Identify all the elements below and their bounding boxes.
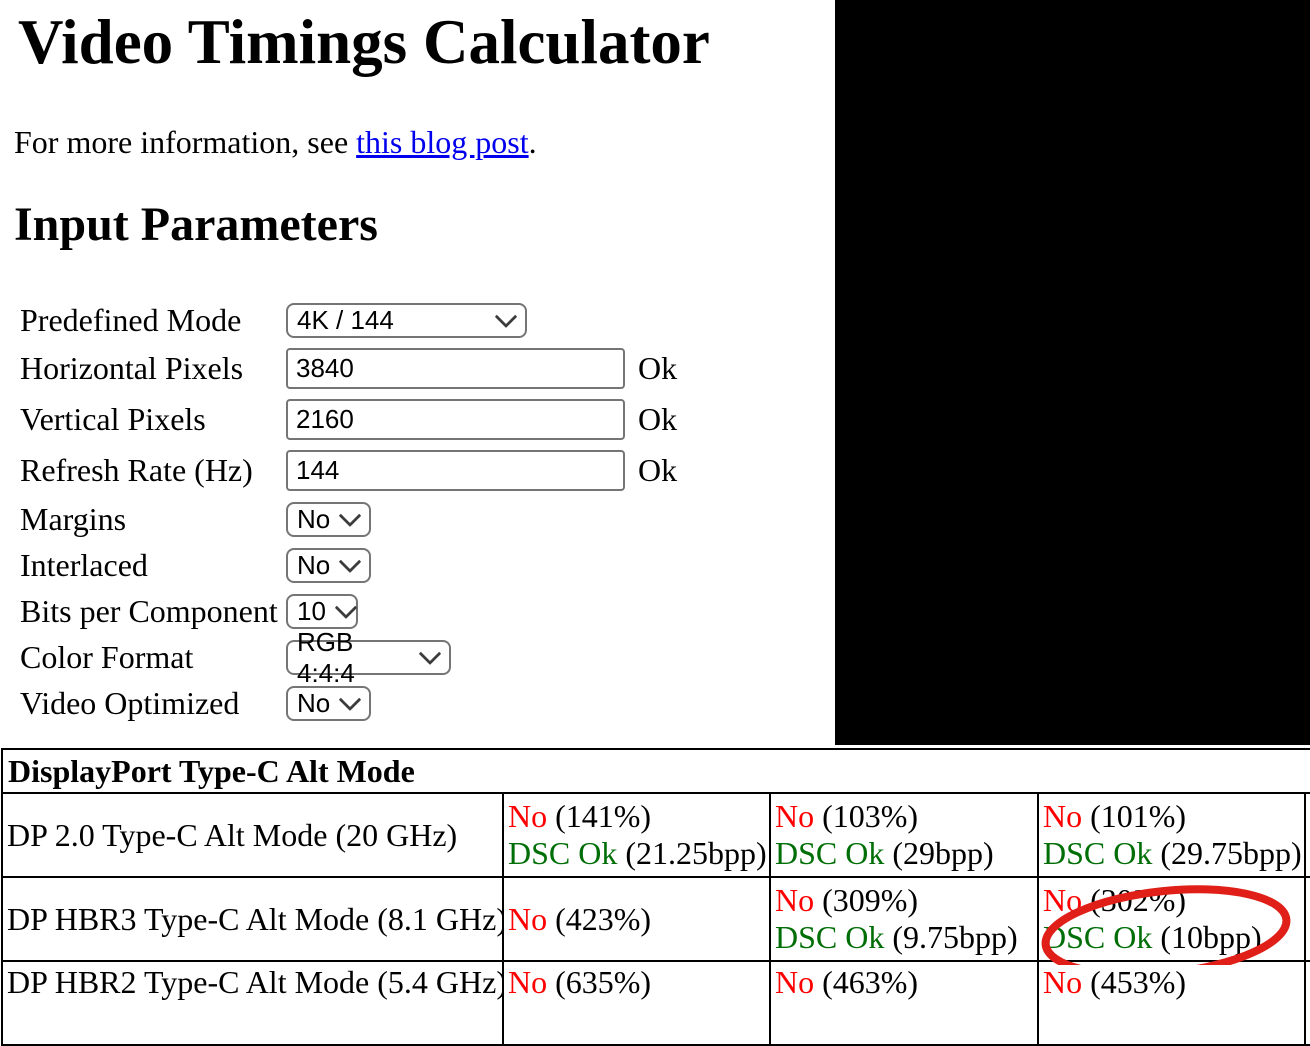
result-cell-cutoff [1303,792,1310,878]
chevron-down-icon [494,304,518,328]
result-cell: No (103%) DSC Ok (29bpp) [769,792,1039,878]
chevron-down-icon [338,549,362,573]
vertical-pixels-value: 2160 [296,404,354,434]
status-detail: (10bpp) [1152,919,1262,955]
predefined-mode-label: Predefined Mode [20,302,242,338]
status-no: No [1043,964,1083,1000]
intro-prefix: For more information, see [14,124,357,160]
result-cell: No (635%) [502,960,771,1046]
horizontal-pixels-input[interactable]: 3840 [286,348,625,389]
color-format-label: Color Format [20,639,194,675]
status-detail: (463%) [814,964,919,1000]
table-row: DP 2.0 Type-C Alt Mode (20 GHz) No (141%… [1,792,1310,878]
color-format-select[interactable]: RGB 4:4:4 [286,627,451,688]
refresh-rate-status: Ok [638,452,678,488]
chevron-down-icon [338,687,362,711]
horizontal-pixels-value: 3840 [296,353,354,383]
input-parameters-form: Predefined Mode 4K / 144 Horizontal Pixe… [20,303,780,728]
table-section-header-row: DisplayPort Type-C Alt Mode [0,748,1310,794]
status-dsc-ok: DSC Ok [775,919,885,955]
table-section-header: DisplayPort Type-C Alt Mode [0,748,1310,794]
margins-value: No [297,504,331,534]
predefined-mode-select[interactable]: 4K / 144 [286,303,527,338]
mode-name-cell: DP 2.0 Type-C Alt Mode (20 GHz) [1,792,504,878]
horizontal-pixels-label: Horizontal Pixels [20,350,244,386]
status-no: No [508,900,548,937]
bits-per-component-select[interactable]: 10 [286,594,358,629]
result-cell: No (309%) DSC Ok (9.75bpp) [769,876,1039,962]
bits-per-component-label: Bits per Component [20,593,278,629]
status-detail: (453%) [1082,964,1187,1000]
status-detail: (141%) [547,798,652,834]
vertical-pixels-status: Ok [638,401,678,437]
margins-label: Margins [20,501,127,537]
status-detail: (29.75bpp) [1152,835,1302,871]
result-cell-highlighted: No (302%) DSC Ok (10bpp) [1037,876,1306,962]
refresh-rate-value: 144 [296,455,340,485]
refresh-rate-label: Refresh Rate (Hz) [20,452,253,488]
status-dsc-ok: DSC Ok [775,835,885,871]
status-detail: (635%) [547,964,652,1000]
video-optimized-select[interactable]: No [286,686,371,721]
result-cell: No (141%) DSC Ok (21.25bpp) [502,792,771,878]
horizontal-pixels-status: Ok [638,350,678,386]
video-timings-calculator-page: { "page": { "title": "Video Timings Calc… [0,0,1310,1046]
bits-per-component-value: 10 [297,596,326,626]
status-no: No [775,964,815,1000]
vertical-pixels-input[interactable]: 2160 [286,399,625,440]
result-cell: No (101%) DSC Ok (29.75bpp) [1037,792,1306,878]
result-cell: No (463%) [769,960,1039,1046]
vertical-pixels-label: Vertical Pixels [20,401,206,437]
input-parameters-heading: Input Parameters [14,198,378,251]
status-detail: (302%) [1082,882,1187,918]
status-detail: (21.25bpp) [617,835,767,871]
mode-name-cell: DP HBR3 Type-C Alt Mode (8.1 GHz) [1,876,504,962]
status-no: No [1043,798,1083,834]
status-detail: (29bpp) [884,835,994,871]
page-title: Video Timings Calculator [18,7,710,77]
status-no: No [775,798,815,834]
intro-text: For more information, see this blog post… [14,124,537,160]
chevron-down-icon [418,641,442,665]
status-detail: (9.75bpp) [884,919,1018,955]
intro-suffix: . [528,124,537,160]
blog-post-link[interactable]: this blog post [356,124,528,160]
refresh-rate-input[interactable]: 144 [286,450,625,491]
table-row: DP HBR3 Type-C Alt Mode (8.1 GHz) No (42… [1,876,1310,962]
margins-select[interactable]: No [286,502,371,537]
color-format-value: RGB 4:4:4 [297,626,355,688]
status-detail: (423%) [547,900,652,937]
chevron-down-icon [334,595,358,619]
status-no: No [508,964,548,1000]
status-detail: (101%) [1082,798,1187,834]
table-row-partial: DP HBR2 Type-C Alt Mode (5.4 GHz) No (63… [1,960,1310,1046]
status-detail: (103%) [814,798,919,834]
status-no: No [1043,882,1083,918]
status-detail: (309%) [814,882,919,918]
result-cell: No (423%) [502,876,771,962]
chevron-down-icon [338,503,362,527]
result-cell: No (453%) [1037,960,1306,1046]
predefined-mode-value: 4K / 144 [297,305,394,335]
interlaced-label: Interlaced [20,547,148,583]
interlaced-value: No [297,550,331,580]
video-optimized-value: No [297,688,331,718]
status-dsc-ok: DSC Ok [508,835,618,871]
status-no: No [775,882,815,918]
interlaced-select[interactable]: No [286,548,371,583]
results-table: DisplayPort Type-C Alt Mode DP 2.0 Type-… [0,748,1310,1046]
result-cell-cutoff [1303,960,1310,1046]
result-cell-cutoff [1303,876,1310,962]
status-dsc-ok: DSC Ok [1043,835,1153,871]
redacted-region [835,0,1310,745]
video-optimized-label: Video Optimized [20,685,240,721]
status-dsc-ok: DSC Ok [1043,919,1153,955]
mode-name-cell: DP HBR2 Type-C Alt Mode (5.4 GHz) [1,960,504,1046]
status-no: No [508,798,548,834]
